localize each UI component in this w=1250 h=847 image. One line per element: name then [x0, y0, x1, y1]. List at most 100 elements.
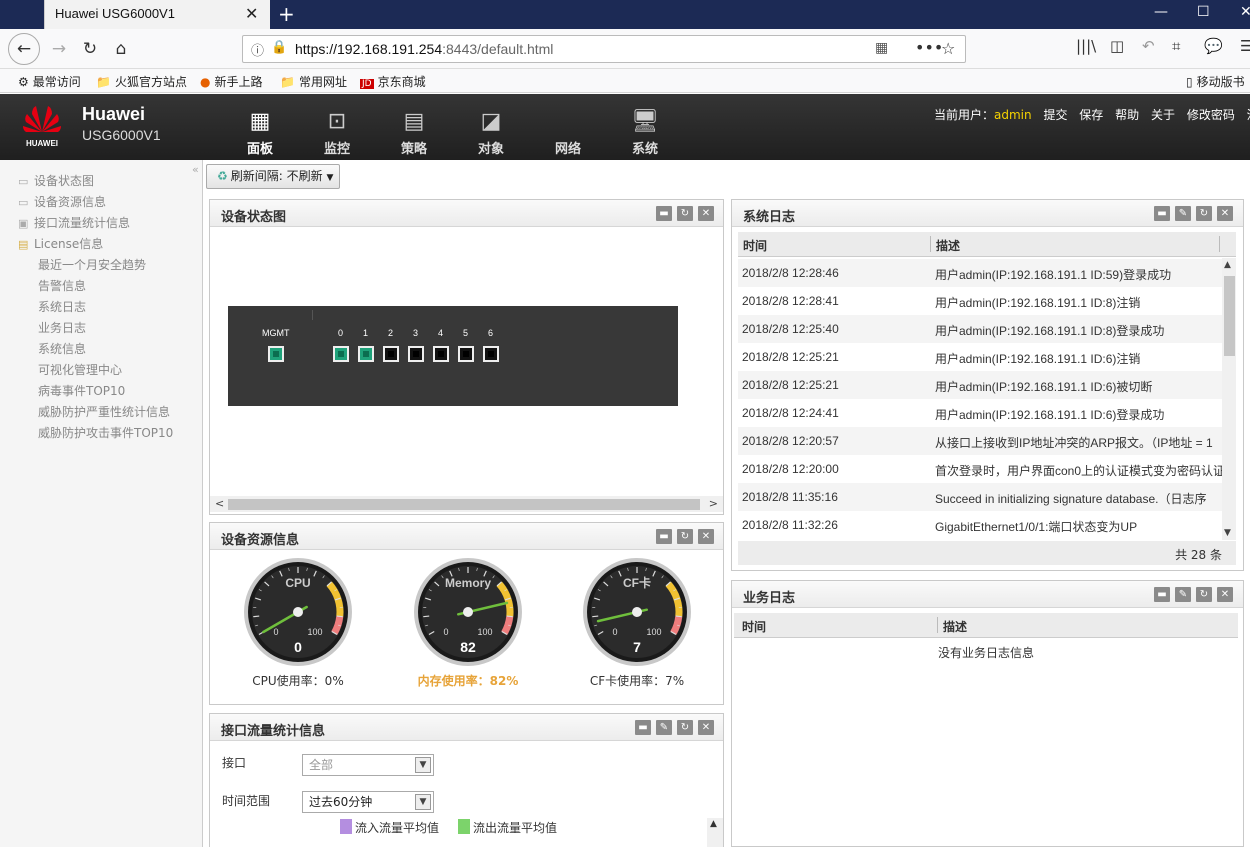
browser-tab[interactable]: Huawei USG6000V1 ✕ [44, 0, 270, 29]
sidebar-item-threat-severity[interactable]: 威胁防护严重性统计信息 [38, 403, 170, 420]
url-bar[interactable]: ⓘ 🔒 https://192.168.191.254:8443/default… [242, 35, 966, 63]
sidebar-item-threat-top10[interactable]: 威胁防护攻击事件TOP10 [38, 424, 173, 441]
minimize-panel-icon[interactable]: ▬ [1154, 206, 1170, 221]
sidebar-item-device-status[interactable]: ▭ 设备状态图 [18, 172, 94, 189]
about-link[interactable]: 关于 [1151, 108, 1175, 122]
edit-panel-icon[interactable]: ✎ [1175, 587, 1191, 602]
minimize-icon[interactable]: — [1154, 4, 1168, 20]
minimize-panel-icon[interactable]: ▬ [656, 529, 672, 544]
table-row[interactable]: 2018/2/8 11:35:16 Succeed in initializing… [738, 483, 1222, 511]
scroll-right-icon[interactable]: > [709, 497, 718, 510]
menu-policy[interactable]: ▤ 策略 [385, 108, 443, 157]
table-row[interactable]: 2018/2/8 11:32:26 GigabitEthernet1/0/1:端口… [738, 511, 1222, 539]
library-icon[interactable]: |||\ [1076, 37, 1096, 55]
mgmt-port[interactable] [268, 346, 284, 362]
column-header-time[interactable]: 时间 [743, 237, 767, 254]
menu-system[interactable]: 🖥 系统 [616, 108, 674, 157]
port-1[interactable] [358, 346, 374, 362]
scroll-thumb[interactable] [228, 499, 700, 510]
vertical-scrollbar[interactable]: ▲ [707, 818, 723, 847]
change-password-link[interactable]: 修改密码 [1187, 108, 1235, 122]
sidebar-item-system-info[interactable]: 系统信息 [38, 340, 86, 357]
page-actions-icon[interactable]: ••• [915, 38, 943, 57]
bookmark-getting-started[interactable]: ● 新手上路 [200, 73, 263, 90]
refresh-interval-button[interactable]: ♻ 刷新间隔: 不刷新 ▼ [206, 164, 340, 189]
refresh-panel-icon[interactable]: ↻ [677, 529, 693, 544]
interface-select[interactable]: 全部 ▼ [302, 754, 434, 776]
reload-icon[interactable]: ↻ [75, 35, 105, 63]
minimize-panel-icon[interactable]: ▬ [656, 206, 672, 221]
forward-icon[interactable]: → [44, 35, 74, 63]
screenshot-icon[interactable]: ⌗ [1172, 37, 1180, 55]
port-3[interactable] [408, 346, 424, 362]
scroll-thumb[interactable] [1224, 276, 1235, 356]
table-row[interactable]: 2018/2/8 12:25:21 用户admin(IP:192.168.191.… [738, 371, 1222, 399]
edit-panel-icon[interactable]: ✎ [656, 720, 672, 735]
port-2[interactable] [383, 346, 399, 362]
close-panel-icon[interactable]: ✕ [698, 529, 714, 544]
minimize-panel-icon[interactable]: ▬ [635, 720, 651, 735]
close-panel-icon[interactable]: ✕ [1217, 206, 1233, 221]
column-header-description[interactable]: 描述 [943, 618, 967, 635]
insecure-lock-icon[interactable]: 🔒 [271, 40, 287, 55]
bookmark-mobile[interactable]: ▯ 移动版书 [1186, 73, 1245, 90]
port-6[interactable] [483, 346, 499, 362]
close-tab-icon[interactable]: ✕ [245, 4, 258, 23]
close-panel-icon[interactable]: ✕ [1217, 587, 1233, 602]
port-4[interactable] [433, 346, 449, 362]
menu-icon[interactable]: ☰ [1240, 37, 1250, 55]
qr-code-icon[interactable]: ▦ [875, 40, 888, 56]
table-row[interactable]: 2018/2/8 12:25:21 用户admin(IP:192.168.191.… [738, 343, 1222, 371]
bookmark-firefox-site[interactable]: 📁 火狐官方站点 [96, 73, 187, 90]
column-header-description[interactable]: 描述 [936, 237, 960, 254]
sidebar-item-interface-traffic[interactable]: ▣ 接口流量统计信息 [18, 214, 130, 231]
maximize-icon[interactable]: ☐ [1197, 4, 1210, 20]
minimize-panel-icon[interactable]: ▬ [1154, 587, 1170, 602]
refresh-panel-icon[interactable]: ↻ [677, 720, 693, 735]
bookmark-star-icon[interactable]: ☆ [941, 39, 955, 58]
sidebar-toggle-icon[interactable]: ◫ [1110, 37, 1124, 55]
home-icon[interactable]: ⌂ [106, 35, 136, 63]
chat-icon[interactable]: 💬 [1204, 37, 1223, 55]
column-divider[interactable] [1219, 236, 1220, 252]
new-tab-icon[interactable]: + [278, 2, 295, 26]
sidebar-item-device-resources[interactable]: ▭ 设备资源信息 [18, 193, 106, 210]
sidebar-item-virus-top10[interactable]: 病毒事件TOP10 [38, 382, 125, 399]
save-link[interactable]: 保存 [1079, 108, 1103, 122]
close-panel-icon[interactable]: ✕ [698, 720, 714, 735]
edit-panel-icon[interactable]: ✎ [1175, 206, 1191, 221]
table-row[interactable]: 2018/2/8 12:28:46 用户admin(IP:192.168.191.… [738, 259, 1222, 287]
sidebar-item-security-trend[interactable]: 最近一个月安全趋势 [38, 256, 146, 273]
column-header-time[interactable]: 时间 [742, 618, 766, 635]
scroll-up-icon[interactable]: ▲ [1224, 260, 1231, 270]
table-row[interactable]: 2018/2/8 12:25:40 用户admin(IP:192.168.191.… [738, 315, 1222, 343]
commit-link[interactable]: 提交 [1043, 108, 1067, 122]
scroll-up-icon[interactable]: ▲ [710, 819, 717, 829]
table-row[interactable]: 2018/2/8 12:28:41 用户admin(IP:192.168.191.… [738, 287, 1222, 315]
sidebar-item-visual-center[interactable]: 可视化管理中心 [38, 361, 122, 378]
close-panel-icon[interactable]: ✕ [698, 206, 714, 221]
sidebar-item-license[interactable]: ▤ License信息 [18, 235, 103, 252]
back-icon[interactable]: ← [8, 33, 40, 65]
info-icon[interactable]: ⓘ [251, 40, 264, 59]
bookmark-common-sites[interactable]: 📁 常用网址 [280, 73, 347, 90]
menu-dashboard[interactable]: ▦ 面板 [231, 108, 289, 157]
sidebar-item-service-log[interactable]: 业务日志 [38, 319, 86, 336]
help-link[interactable]: 帮助 [1115, 108, 1139, 122]
undo-icon[interactable]: ↶ [1142, 37, 1155, 55]
port-0[interactable] [333, 346, 349, 362]
menu-object[interactable]: ◪ 对象 [462, 108, 520, 157]
column-divider[interactable] [937, 617, 938, 633]
refresh-panel-icon[interactable]: ↻ [677, 206, 693, 221]
refresh-panel-icon[interactable]: ↻ [1196, 587, 1212, 602]
scroll-down-icon[interactable]: ▼ [1224, 528, 1231, 538]
column-divider[interactable] [930, 236, 931, 252]
time-range-select[interactable]: 过去60分钟 ▼ [302, 791, 434, 813]
sidebar-item-system-log[interactable]: 系统日志 [38, 298, 86, 315]
bookmark-jd[interactable]: JD 京东商城 [360, 73, 426, 90]
menu-monitor[interactable]: ⊡ 监控 [308, 108, 366, 157]
scroll-left-icon[interactable]: < [215, 497, 224, 510]
table-row[interactable]: 2018/2/8 12:20:00 首次登录时，用户界面con0上的认证模式变为密… [738, 455, 1222, 483]
table-row[interactable]: 2018/2/8 12:24:41 用户admin(IP:192.168.191.… [738, 399, 1222, 427]
horizontal-scrollbar[interactable]: < > [210, 496, 723, 512]
